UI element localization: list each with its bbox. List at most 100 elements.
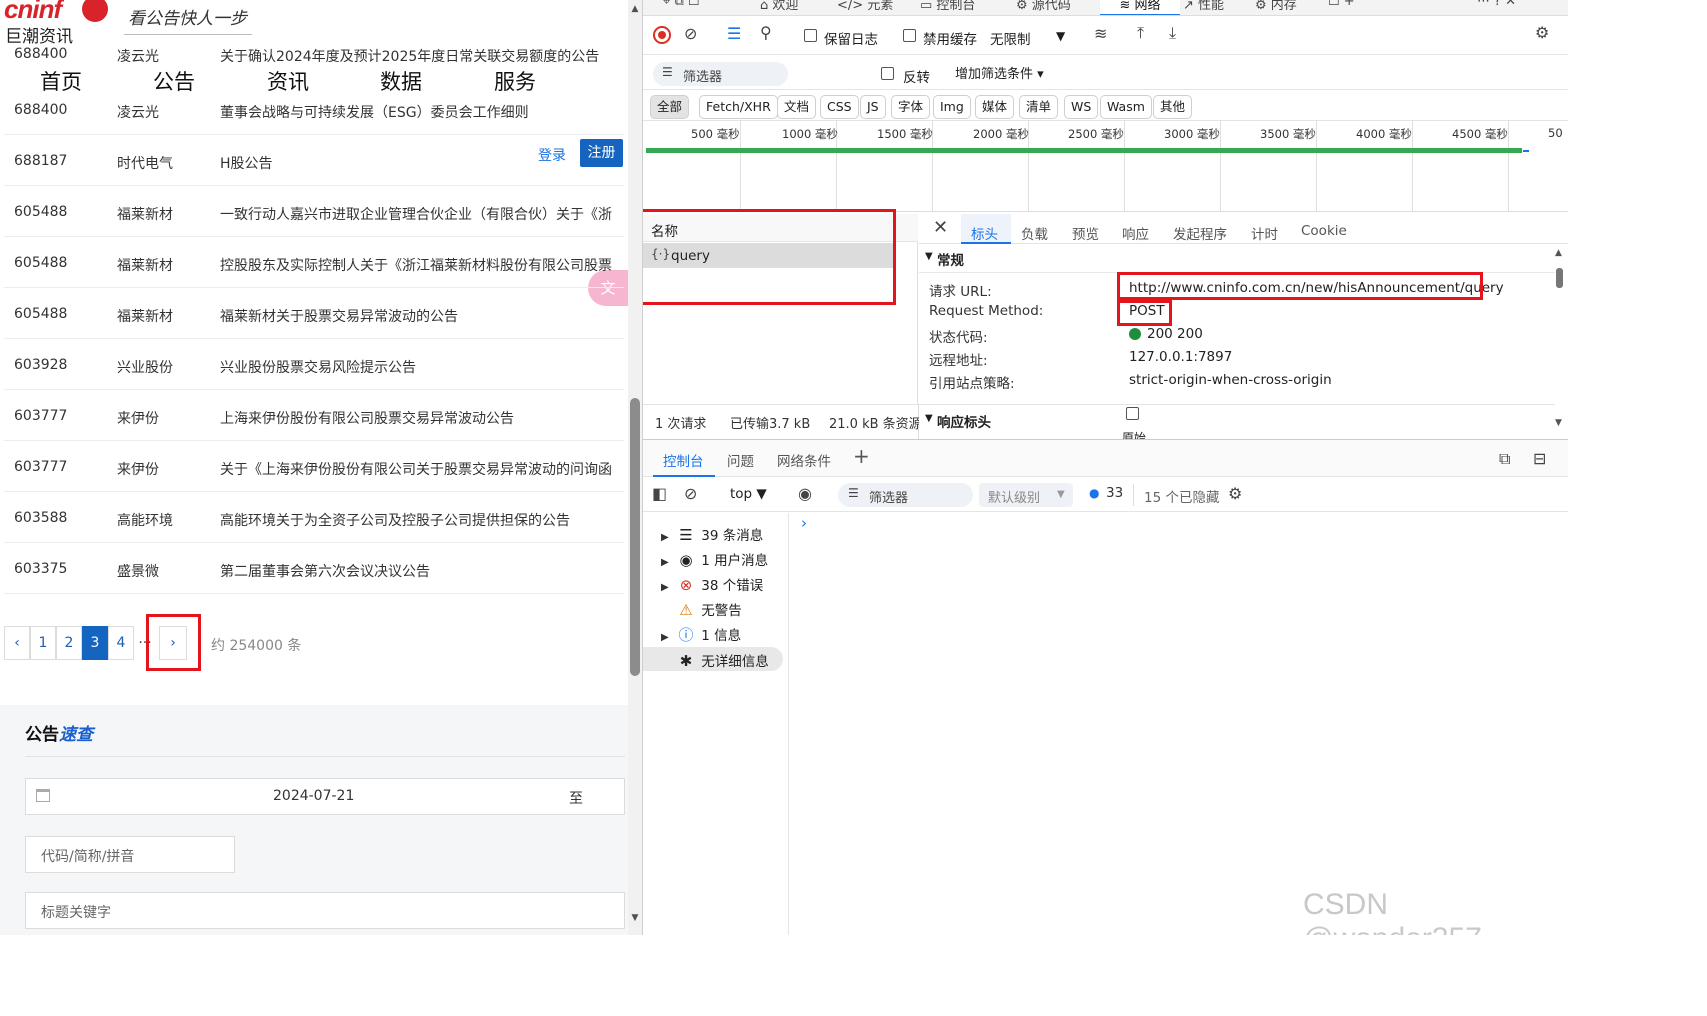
type-filter-doc[interactable]: 文档 (777, 95, 817, 119)
import-icon[interactable]: ⤒ (1137, 23, 1144, 43)
table-row[interactable]: 603777 来伊份 关于《上海来伊份股份有限公司关于股票交易异常波动的问询函 (4, 441, 624, 492)
tab-preview[interactable]: 预览 (1072, 223, 1099, 243)
console-settings-gear-icon[interactable]: ⚙ (1228, 484, 1242, 503)
table-row[interactable]: 603777 来伊份 上海来伊份股份有限公司股票交易异常波动公告 (4, 390, 624, 441)
throttle-select[interactable]: 无限制 (990, 28, 1031, 48)
console-filter-input[interactable]: ☰ 筛选器 (838, 483, 973, 507)
sidebar-item-warnings[interactable]: ⚠ 无警告 (661, 599, 742, 619)
tab-welcome[interactable]: ⌂ 欢迎 (760, 0, 798, 13)
type-filter-wasm[interactable]: Wasm (1100, 95, 1152, 119)
disable-cache-checkbox[interactable] (903, 29, 916, 42)
watermark: CSDN @wonder357 (1303, 888, 1482, 935)
sidebar-item-verbose[interactable]: ✱ 无详细信息 (661, 650, 769, 670)
table-row[interactable]: 605488 福莱新材 控股股东及实际控制人关于《浙江福莱新材料股份有限公司股票 (4, 237, 624, 288)
add-drawer-tab-icon[interactable]: + (853, 444, 870, 468)
highlight-next-button (146, 614, 201, 671)
sidebar-item-user-messages[interactable]: ▶ ◉ 1 用户消息 (661, 549, 768, 569)
more-tabs-icon[interactable]: ☐ + (1328, 0, 1355, 9)
preserve-log-checkbox[interactable] (804, 29, 817, 42)
drawer-tab-console[interactable]: 控制台 (663, 450, 704, 470)
scrollbar-thumb[interactable] (630, 398, 640, 676)
table-row[interactable]: 605488 福莱新材 福莱新材关于股票交易异常波动的公告 (4, 288, 624, 339)
record-icon[interactable] (653, 26, 671, 44)
page-button[interactable]: 4 (108, 626, 134, 660)
tab-elements[interactable]: </> 元素 (837, 0, 893, 13)
page-button[interactable]: 1 (30, 626, 56, 660)
sidebar-item-messages[interactable]: ▶ ☰ 39 条消息 (661, 524, 763, 544)
sidebar-toggle-icon[interactable]: ◧ (652, 484, 667, 503)
slogan-underline (124, 34, 252, 35)
stock-code-input[interactable]: 代码/简称/拼音 (25, 836, 235, 873)
type-filter-css[interactable]: CSS (820, 95, 859, 119)
start-date[interactable]: 2024-07-21 (273, 788, 354, 804)
sidebar-item-errors[interactable]: ▶ ⊗ 38 个错误 (661, 574, 763, 594)
tab-console[interactable]: ▭ 控制台 (920, 0, 975, 13)
console-prompt-icon[interactable]: › (801, 514, 807, 532)
timeline-tick: 3500 毫秒 (1260, 127, 1316, 141)
type-filter-img[interactable]: Img (933, 95, 971, 119)
type-filter-ws[interactable]: WS (1064, 95, 1099, 119)
scroll-down-arrow[interactable]: ▼ (630, 913, 640, 923)
page-scrollbar[interactable]: ▲ ▼ (628, 0, 642, 935)
general-section-header[interactable]: ▼ 常规 (919, 245, 1555, 273)
tab-headers[interactable]: 标头 (971, 223, 998, 243)
clear-console-icon[interactable]: ⊘ (684, 484, 697, 503)
dock-drawer-icon[interactable]: ⧉ (1499, 449, 1510, 469)
filter-input[interactable]: ☰ 筛选器 (653, 62, 788, 86)
tab-initiator[interactable]: 发起程序 (1173, 223, 1227, 243)
clear-icon[interactable]: ⊘ (684, 24, 697, 43)
tab-response[interactable]: 响应 (1122, 223, 1149, 243)
table-row[interactable]: 603588 高能环境 高能环境关于为全资子公司及控股子公司提供担保的公告 (4, 492, 624, 543)
quick-search-title: 公告速查 (25, 725, 93, 745)
type-filter-media[interactable]: 媒体 (975, 95, 1015, 119)
network-conditions-icon[interactable]: ≋ (1094, 24, 1107, 43)
drawer-tab-network-conditions[interactable]: 网络条件 (777, 450, 831, 470)
tab-memory[interactable]: ⚙ 内存 (1255, 0, 1297, 13)
close-details-icon[interactable]: ✕ (933, 217, 948, 238)
date-range-field[interactable]: 2024-07-21 至 (25, 778, 625, 815)
tab-cookie[interactable]: Cookie (1301, 223, 1347, 239)
tab-payload[interactable]: 负载 (1021, 223, 1048, 243)
log-level-select[interactable]: 默认级别 ▼ (979, 483, 1073, 507)
table-row[interactable]: 603375 盛景微 第二届董事会第六次会议决议公告 (4, 543, 624, 594)
type-filter-xhr[interactable]: Fetch/XHR (699, 95, 778, 119)
search-icon[interactable]: ⚲ (760, 23, 772, 42)
tab-network[interactable]: ≋ 网络 (1100, 0, 1180, 15)
type-filter-all[interactable]: 全部 (650, 95, 690, 119)
details-scrollbar[interactable]: ▲ ▼ (1553, 246, 1567, 434)
timeline-tick: 4500 毫秒 (1452, 127, 1508, 141)
table-row[interactable]: 688400 凌云光 董事会战略与可持续发展（ESG）委员会工作细则 (4, 84, 624, 135)
title-keyword-input[interactable]: 标题关键字 (25, 892, 625, 929)
scroll-up-arrow[interactable]: ▲ (630, 4, 640, 14)
prev-page-button[interactable]: ‹ (4, 626, 30, 660)
tab-performance[interactable]: ↗ 性能 (1183, 0, 1224, 13)
tab-timing[interactable]: 计时 (1251, 223, 1278, 243)
response-headers-section[interactable]: ▼ 响应标头 原始 (919, 404, 1555, 440)
settings-gear-icon[interactable]: ⚙ (1535, 23, 1549, 42)
drawer-tab-issues[interactable]: 问题 (727, 450, 754, 470)
table-row[interactable]: 605488 福莱新材 一致行动人嘉兴市进取企业管理合伙企业（有限合伙）关于《浙 (4, 186, 624, 237)
close-drawer-icon[interactable]: ⊟ (1533, 449, 1546, 468)
page-button[interactable]: 2 (56, 626, 82, 660)
type-filter-other[interactable]: 其他 (1153, 95, 1193, 119)
type-filter-font[interactable]: 字体 (891, 95, 931, 119)
issues-icon[interactable]: ● (1089, 486, 1099, 500)
invert-checkbox[interactable] (881, 67, 894, 80)
console-toolbar: ◧ ⊘ top ▼ ◉ ☰ 筛选器 默认级别 ▼ ● 33 15 个已隐藏 ⚙ (643, 478, 1568, 512)
filter-toggle-icon[interactable]: ☰ (727, 24, 741, 43)
window-controls-icon[interactable]: ⋯ ? ✕ (1477, 0, 1516, 9)
table-row[interactable]: 688187 时代电气 H股公告 (4, 135, 624, 186)
raw-checkbox[interactable] (1126, 407, 1139, 420)
tab-sources[interactable]: ⚙ 源代码 (1016, 0, 1071, 13)
table-row[interactable]: 603928 兴业股份 兴业股份股票交易风险提示公告 (4, 339, 624, 390)
live-expression-eye-icon[interactable]: ◉ (798, 484, 812, 503)
more-filters-dropdown[interactable]: 增加筛选条件 ▾ (955, 63, 1044, 82)
page-button-current[interactable]: 3 (82, 626, 108, 660)
throttle-chevron-down-icon[interactable]: ▼ (1056, 29, 1065, 43)
issues-count[interactable]: 33 (1106, 485, 1123, 501)
type-filter-js[interactable]: JS (860, 95, 886, 119)
type-filter-manifest[interactable]: 清单 (1019, 95, 1059, 119)
sidebar-item-info[interactable]: ▶ ⓘ 1 信息 (661, 624, 741, 645)
export-icon[interactable]: ⤓ (1169, 23, 1176, 43)
context-select[interactable]: top ▼ (730, 486, 767, 502)
